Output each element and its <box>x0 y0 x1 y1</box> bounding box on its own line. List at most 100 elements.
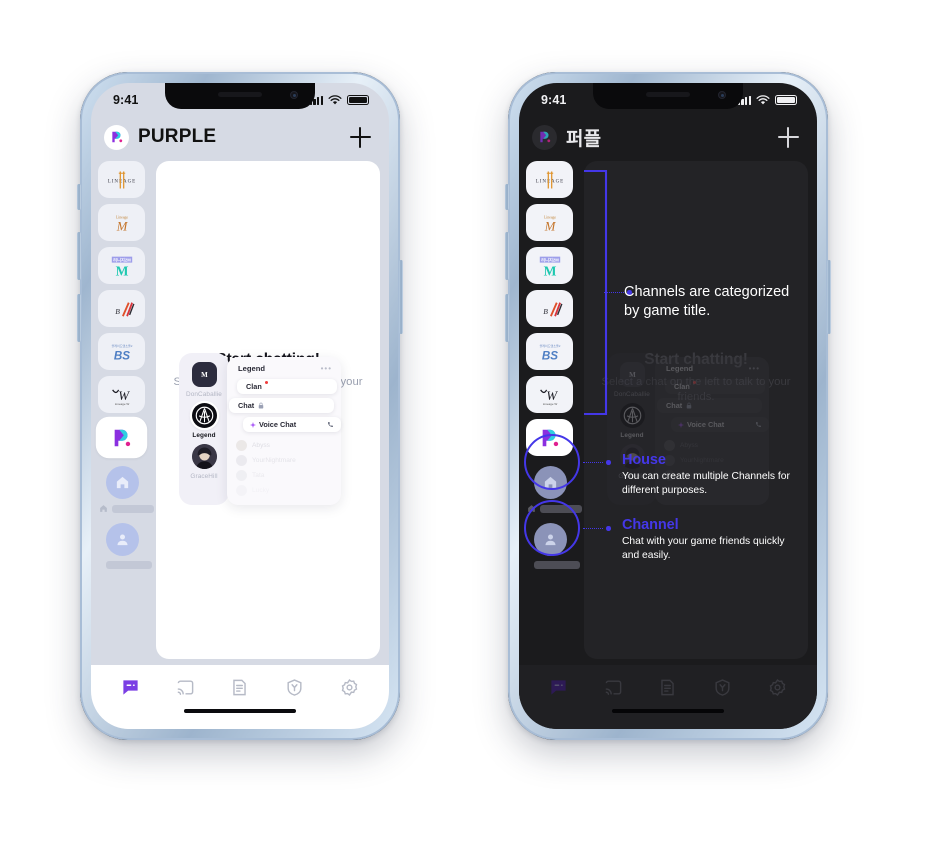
friend-name: Legend <box>620 432 644 439</box>
channel-label: Chat <box>666 401 683 410</box>
channel-item-chat[interactable]: Chat <box>657 398 762 413</box>
avatar-legend[interactable] <box>619 403 645 428</box>
app-header-light: PURPLE <box>91 117 389 157</box>
channel-item-clan[interactable]: Clan <box>665 379 765 394</box>
tab-chat[interactable] <box>548 677 568 697</box>
tab-guard[interactable] <box>713 677 733 697</box>
list-item[interactable]: Lucky <box>236 485 341 496</box>
silent-switch[interactable] <box>77 184 81 210</box>
more-horizontal-icon[interactable]: ••• <box>749 364 760 373</box>
house-icon[interactable] <box>106 466 139 499</box>
channel-item-voice-chat[interactable]: Voice Chat <box>671 417 769 432</box>
list-item[interactable]: Tata <box>664 470 769 481</box>
game-icon-bs2[interactable]: 블레이드앤소울2 BS <box>526 333 573 370</box>
game-icon-lineage-w[interactable]: W Lineage W <box>526 376 573 413</box>
game-rail-light: LINEAGE Lineage M 리니지2M M B 블레이드앤소울2 BS … <box>91 157 154 665</box>
tab-cast[interactable] <box>175 677 195 697</box>
volume-up-button[interactable] <box>77 232 81 280</box>
game-icon-lineage-m[interactable]: Lineage M <box>98 204 145 241</box>
power-button[interactable] <box>399 260 403 334</box>
overlay-friend-rail: M DonCaballie Legend GraceHill <box>179 353 229 505</box>
avatar-legend[interactable] <box>191 403 217 428</box>
avatar-gracehill[interactable] <box>191 444 217 469</box>
list-item[interactable]: Abyss <box>664 440 769 451</box>
front-camera <box>718 91 726 99</box>
home-indicator[interactable] <box>612 709 724 714</box>
list-item[interactable]: Tata <box>236 470 341 481</box>
app-body-light: LINEAGE Lineage M 리니지2M M B 블레이드앤소울2 BS … <box>91 157 389 665</box>
volume-down-button[interactable] <box>77 294 81 342</box>
tab-settings[interactable] <box>768 677 788 697</box>
earpiece-speaker <box>646 92 690 97</box>
friend-name: Legend <box>192 432 216 439</box>
svg-text:블레이드앤소울2: 블레이드앤소울2 <box>111 343 132 348</box>
svg-text:Lineage W: Lineage W <box>542 402 557 406</box>
power-button[interactable] <box>827 260 831 334</box>
game-icon-lineage-2m[interactable]: 리니지2M M <box>526 247 573 284</box>
friend-name: GraceHill <box>618 473 646 480</box>
person-icon[interactable] <box>106 523 139 556</box>
avatar-gracehill[interactable] <box>619 444 645 469</box>
person-icon[interactable] <box>534 523 567 556</box>
phone-dark: 9:41 퍼플 LINEAGE Lineage M 리니지2M M B 블레이드… <box>505 72 831 740</box>
purple-app-logo-icon <box>104 124 129 150</box>
avatar-doncaballie[interactable]: M <box>619 362 645 387</box>
tab-chat[interactable] <box>120 677 140 697</box>
plus-icon[interactable] <box>350 126 371 148</box>
house-label-skeleton <box>99 504 154 513</box>
lock-icon <box>258 402 264 409</box>
status-time: 9:41 <box>541 93 567 107</box>
list-item[interactable]: Lucky <box>664 485 769 496</box>
house-label-skeleton <box>527 504 582 513</box>
svg-text:M: M <box>543 263 556 278</box>
game-icon-purple[interactable] <box>526 419 573 456</box>
tab-bar-dark <box>519 665 817 709</box>
game-icon-lineage[interactable]: LINEAGE <box>98 161 145 198</box>
tab-board[interactable] <box>658 677 678 697</box>
tab-guard[interactable] <box>285 677 305 697</box>
game-icon-purple[interactable] <box>98 419 145 456</box>
more-horizontal-icon[interactable]: ••• <box>321 364 332 373</box>
phone-call-icon <box>328 422 333 427</box>
battery-icon <box>775 94 797 106</box>
sparkle-icon <box>678 421 684 428</box>
silent-switch[interactable] <box>505 184 509 210</box>
member-list-dark: Abyss YourNightmare Tata Lucky <box>655 436 769 496</box>
home-indicator[interactable] <box>184 709 296 714</box>
notch <box>165 83 315 109</box>
screenshot-stage: 9:41 PURPLE LINEAGE Lineage M 리니지2M M B … <box>0 0 932 847</box>
game-icon-blade-and-soul[interactable]: B <box>526 290 573 327</box>
game-icon-blade-and-soul[interactable]: B <box>98 290 145 327</box>
tab-cast[interactable] <box>603 677 623 697</box>
notch <box>593 83 743 109</box>
svg-text:BS: BS <box>541 349 557 362</box>
house-icon[interactable] <box>534 466 567 499</box>
list-item[interactable]: Abyss <box>236 440 341 451</box>
plus-icon[interactable] <box>778 126 799 148</box>
rail-placeholders-light <box>98 466 154 569</box>
volume-up-button[interactable] <box>505 232 509 280</box>
channel-item-clan[interactable]: Clan <box>237 379 337 394</box>
game-icon-lineage-m[interactable]: Lineage M <box>526 204 573 241</box>
list-item[interactable]: YourNightmare <box>664 455 769 466</box>
overlay-channel-panel: Legend ••• Clan Chat Voice Chat Abyss Yo… <box>655 357 769 505</box>
svg-text:W: W <box>546 389 558 403</box>
list-item[interactable]: YourNightmare <box>236 455 341 466</box>
member-list-light: Abyss YourNightmare Tata Lucky <box>227 436 341 496</box>
game-icon-lineage-w[interactable]: W Lineage W <box>98 376 145 413</box>
channel-label: Clan <box>246 382 262 391</box>
game-icon-lineage[interactable]: LINEAGE <box>526 161 573 198</box>
volume-down-button[interactable] <box>505 294 509 342</box>
svg-text:W: W <box>118 389 130 403</box>
channel-item-chat[interactable]: Chat <box>229 398 334 413</box>
game-icon-bs2[interactable]: 블레이드앤소울2 BS <box>98 333 145 370</box>
overlay-title: Legend <box>666 364 694 373</box>
channel-item-voice-chat[interactable]: Voice Chat <box>243 417 341 432</box>
purple-app-logo-icon <box>532 124 557 150</box>
avatar-doncaballie[interactable]: M <box>191 362 217 387</box>
app-header-dark: 퍼플 <box>519 117 817 157</box>
game-icon-lineage-2m[interactable]: 리니지2M M <box>98 247 145 284</box>
tab-board[interactable] <box>230 677 250 697</box>
channel-label-skeleton <box>99 561 154 569</box>
tab-settings[interactable] <box>340 677 360 697</box>
